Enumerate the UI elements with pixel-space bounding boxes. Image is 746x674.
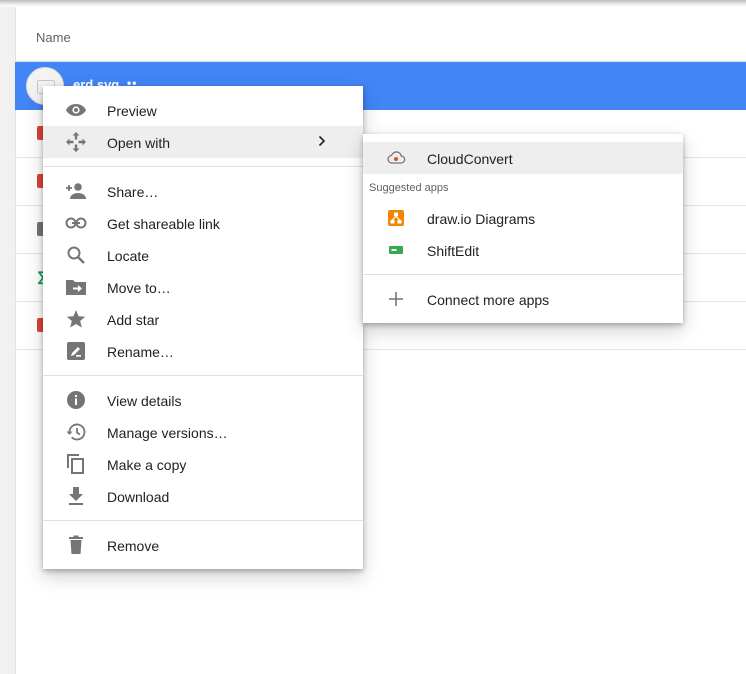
shiftedit-icon <box>385 240 407 260</box>
menu-item-label: Add star <box>107 312 160 328</box>
menu-item-remove[interactable]: Remove <box>43 529 363 561</box>
menu-item-rename[interactable]: Rename… <box>43 335 363 367</box>
menu-item-label: Connect more apps <box>427 292 550 308</box>
submenu-item-drawio[interactable]: draw.io Diagrams <box>363 202 683 234</box>
suggested-apps-heading: Suggested apps <box>363 174 683 202</box>
star-icon <box>65 309 87 329</box>
open-with-submenu: CloudConvert Suggested apps draw.io Diag… <box>363 134 683 323</box>
menu-item-label: Remove <box>107 538 160 554</box>
column-header-name[interactable]: Name <box>36 30 71 45</box>
menu-item-label: Open with <box>107 135 171 151</box>
section-heading-label: Suggested apps <box>369 182 449 194</box>
menu-item-preview[interactable]: Preview <box>43 94 363 126</box>
chevron-right-icon <box>317 133 327 149</box>
menu-item-move-to[interactable]: Move to… <box>43 271 363 303</box>
info-icon <box>65 390 87 410</box>
history-icon <box>65 422 87 442</box>
menu-item-view-details[interactable]: View details <box>43 384 363 416</box>
menu-item-share[interactable]: Share… <box>43 175 363 207</box>
menu-divider <box>43 375 363 376</box>
menu-divider <box>363 274 683 275</box>
download-icon <box>65 486 87 506</box>
submenu-item-shiftedit[interactable]: ShiftEdit <box>363 234 683 266</box>
menu-item-locate[interactable]: Locate <box>43 239 363 271</box>
link-icon <box>65 213 87 233</box>
menu-item-make-copy[interactable]: Make a copy <box>43 448 363 480</box>
trash-icon <box>65 535 87 555</box>
menu-item-label: Move to… <box>107 280 171 296</box>
menu-item-label: View details <box>107 393 182 409</box>
submenu-item-connect-more[interactable]: Connect more apps <box>363 283 683 315</box>
add-person-icon <box>65 181 87 201</box>
menu-item-label: draw.io Diagrams <box>427 211 536 227</box>
menu-item-get-link[interactable]: Get shareable link <box>43 207 363 239</box>
menu-item-manage-versions[interactable]: Manage versions… <box>43 416 363 448</box>
cloudconvert-icon <box>385 148 407 168</box>
menu-divider <box>43 520 363 521</box>
menu-item-download[interactable]: Download <box>43 480 363 512</box>
toolbar-shadow <box>0 0 746 7</box>
menu-item-label: Manage versions… <box>107 425 228 441</box>
menu-item-open-with[interactable]: Open with <box>43 126 363 158</box>
drawio-icon <box>385 208 407 228</box>
folder-move-icon <box>65 277 87 297</box>
plus-icon <box>385 289 407 309</box>
submenu-item-cloudconvert[interactable]: CloudConvert <box>363 142 683 174</box>
menu-item-label: Download <box>107 489 170 505</box>
menu-item-label: Locate <box>107 248 150 264</box>
menu-item-label: Preview <box>107 103 157 119</box>
menu-item-label: Make a copy <box>107 457 187 473</box>
move-arrows-icon <box>65 132 87 152</box>
menu-item-label: Get shareable link <box>107 216 220 232</box>
menu-item-label: ShiftEdit <box>427 243 480 259</box>
menu-item-label: Share… <box>107 184 159 200</box>
context-menu: Preview Open with Share… Get shareable l… <box>43 86 363 569</box>
pencil-icon <box>65 341 87 361</box>
copy-icon <box>65 454 87 474</box>
menu-item-label: Rename… <box>107 344 174 360</box>
menu-item-add-star[interactable]: Add star <box>43 303 363 335</box>
search-icon <box>65 245 87 265</box>
menu-item-label: CloudConvert <box>427 151 513 167</box>
eye-icon <box>65 100 87 120</box>
menu-divider <box>43 166 363 167</box>
